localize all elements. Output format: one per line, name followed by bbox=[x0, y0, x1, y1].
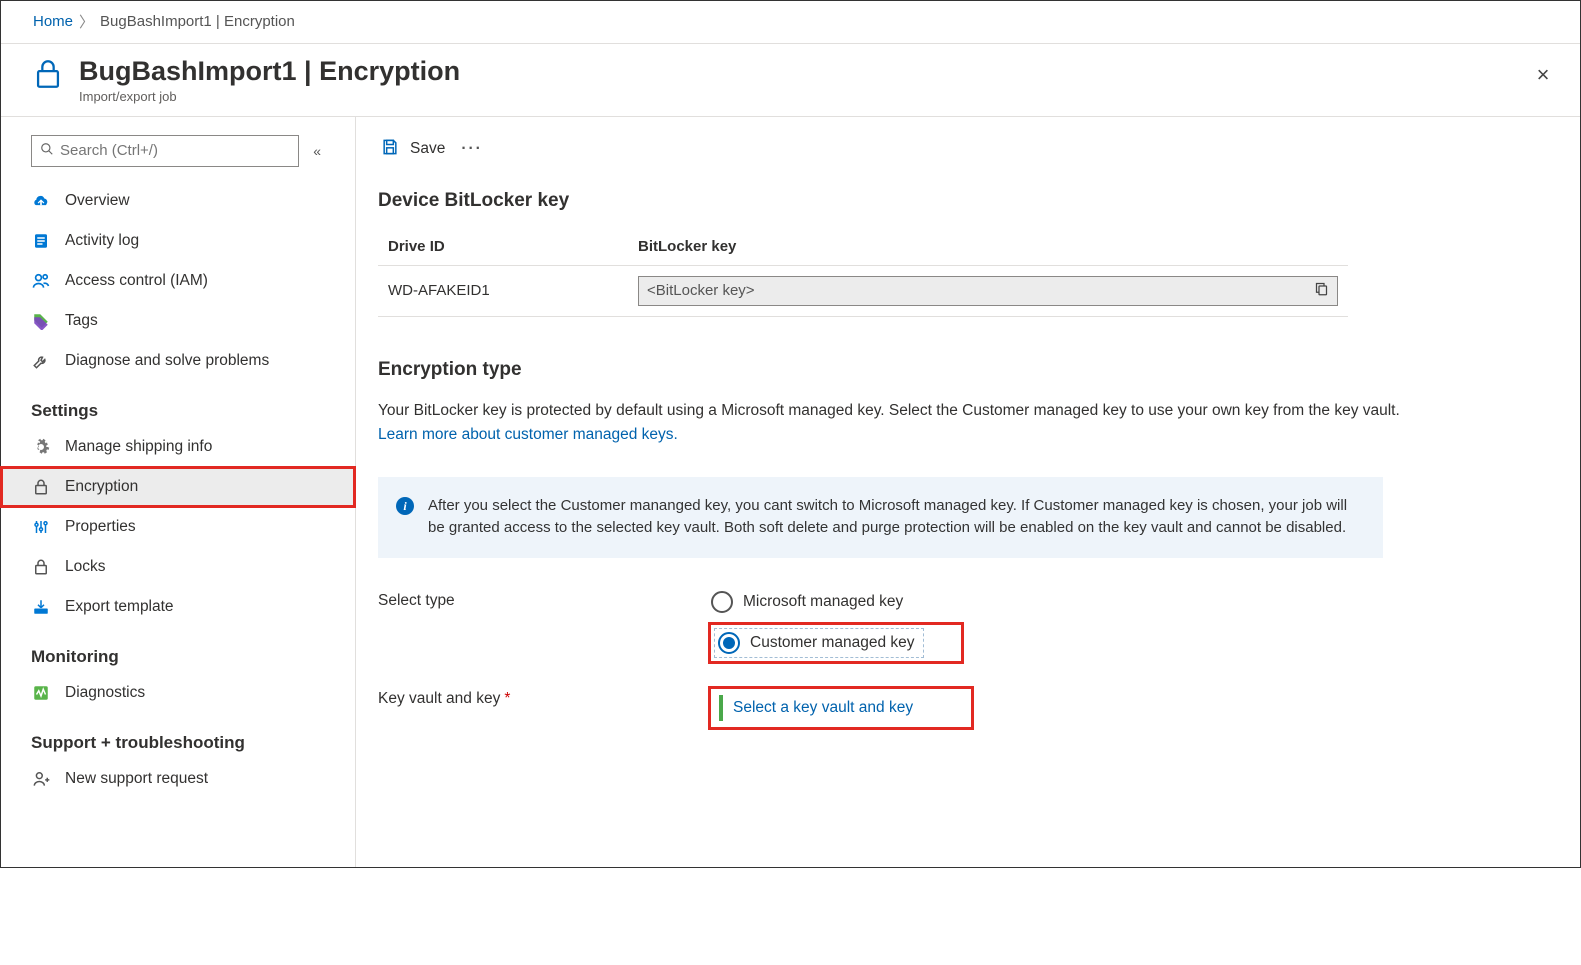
save-button[interactable]: Save bbox=[410, 140, 445, 158]
support-icon bbox=[31, 769, 51, 789]
sidebar-section-support: Support + troubleshooting bbox=[1, 713, 355, 759]
sidebar-item-label: Export template bbox=[65, 598, 174, 616]
tag-icon bbox=[31, 311, 51, 331]
save-icon bbox=[380, 137, 400, 162]
sidebar-item-label: Manage shipping info bbox=[65, 438, 212, 456]
bitlocker-table: Drive ID BitLocker key WD-AFAKEID1 <BitL… bbox=[378, 230, 1348, 317]
sidebar-item-encryption[interactable]: Encryption bbox=[1, 467, 355, 507]
gear-icon bbox=[31, 437, 51, 457]
breadcrumb: Home 〉 BugBashImport1 | Encryption bbox=[1, 1, 1580, 44]
radio-customer-managed[interactable]: Customer managed key bbox=[715, 629, 923, 657]
main-content: Save ··· Device BitLocker key Drive ID B… bbox=[356, 117, 1580, 867]
radio-microsoft-managed[interactable]: Microsoft managed key bbox=[708, 588, 964, 616]
info-icon: i bbox=[396, 497, 414, 515]
sidebar-item-diagnose[interactable]: Diagnose and solve problems bbox=[1, 341, 355, 381]
log-icon bbox=[31, 231, 51, 251]
info-text: After you select the Customer mananged k… bbox=[428, 495, 1363, 540]
lock-icon bbox=[31, 557, 51, 577]
sidebar-item-label: Activity log bbox=[65, 232, 139, 250]
sidebar-section-monitoring: Monitoring bbox=[1, 627, 355, 673]
bitlocker-heading: Device BitLocker key bbox=[378, 190, 1558, 212]
radio-label: Microsoft managed key bbox=[743, 593, 903, 611]
lock-icon bbox=[31, 477, 51, 497]
col-bitlocker-key: BitLocker key bbox=[628, 230, 1348, 266]
sidebar-item-activity-log[interactable]: Activity log bbox=[1, 221, 355, 261]
sidebar-item-tags[interactable]: Tags bbox=[1, 301, 355, 341]
search-input[interactable] bbox=[58, 141, 290, 160]
sidebar-item-diagnostics[interactable]: Diagnostics bbox=[1, 673, 355, 713]
sidebar-section-settings: Settings bbox=[1, 381, 355, 427]
page-subtitle: Import/export job bbox=[79, 89, 460, 104]
sidebar-item-locks[interactable]: Locks bbox=[1, 547, 355, 587]
chevron-right-icon: 〉 bbox=[79, 11, 94, 32]
bitlocker-key-field[interactable]: <BitLocker key> bbox=[638, 276, 1338, 306]
sidebar-item-support-request[interactable]: New support request bbox=[1, 759, 355, 799]
close-button[interactable]: × bbox=[1528, 62, 1558, 88]
people-icon bbox=[31, 271, 51, 291]
sidebar-item-iam[interactable]: Access control (IAM) bbox=[1, 261, 355, 301]
sidebar-item-label: Overview bbox=[65, 192, 130, 210]
radio-icon bbox=[718, 632, 740, 654]
sidebar-item-label: New support request bbox=[65, 770, 208, 788]
breadcrumb-current: BugBashImport1 | Encryption bbox=[100, 13, 295, 30]
export-icon bbox=[31, 597, 51, 617]
info-box: i After you select the Customer mananged… bbox=[378, 477, 1383, 558]
sidebar-item-label: Properties bbox=[65, 518, 136, 536]
sidebar-search[interactable] bbox=[31, 135, 299, 167]
lock-icon bbox=[31, 54, 65, 94]
radio-label: Customer managed key bbox=[750, 634, 915, 652]
learn-more-link[interactable]: Learn more about customer managed keys. bbox=[378, 426, 678, 443]
collapse-sidebar-button[interactable]: « bbox=[309, 139, 325, 163]
sidebar-item-label: Locks bbox=[65, 558, 106, 576]
breadcrumb-home[interactable]: Home bbox=[33, 13, 73, 30]
sidebar-item-label: Tags bbox=[65, 312, 98, 330]
bitlocker-key-value: <BitLocker key> bbox=[647, 282, 755, 299]
select-key-vault-link[interactable]: Select a key vault and key bbox=[733, 695, 913, 721]
sliders-icon bbox=[31, 517, 51, 537]
sidebar-item-label: Diagnose and solve problems bbox=[65, 352, 269, 370]
key-vault-label: Key vault and key* bbox=[378, 686, 708, 708]
search-icon bbox=[40, 142, 54, 160]
sidebar-item-shipping[interactable]: Manage shipping info bbox=[1, 427, 355, 467]
sidebar-item-overview[interactable]: Overview bbox=[1, 181, 355, 221]
drive-id-cell: WD-AFAKEID1 bbox=[378, 265, 628, 316]
encryption-description: Your BitLocker key is protected by defau… bbox=[378, 399, 1478, 447]
sidebar-item-label: Access control (IAM) bbox=[65, 272, 208, 290]
page-title: BugBashImport1 | Encryption bbox=[79, 57, 460, 87]
col-drive-id: Drive ID bbox=[378, 230, 628, 266]
cloud-upload-icon bbox=[31, 191, 51, 211]
diagnostics-icon bbox=[31, 683, 51, 703]
copy-icon[interactable] bbox=[1314, 281, 1329, 300]
sidebar-item-label: Diagnostics bbox=[65, 684, 145, 702]
radio-icon bbox=[711, 591, 733, 613]
sidebar-item-export-template[interactable]: Export template bbox=[1, 587, 355, 627]
toolbar: Save ··· bbox=[378, 131, 1558, 186]
status-bar-icon bbox=[719, 695, 723, 721]
select-type-label: Select type bbox=[378, 588, 708, 610]
sidebar: « Overview Activity log Access control (… bbox=[1, 117, 356, 867]
table-row: WD-AFAKEID1 <BitLocker key> bbox=[378, 265, 1348, 316]
sidebar-item-properties[interactable]: Properties bbox=[1, 507, 355, 547]
blade-header: BugBashImport1 | Encryption Import/expor… bbox=[1, 44, 1580, 117]
encryption-type-heading: Encryption type bbox=[378, 359, 1558, 381]
sidebar-item-label: Encryption bbox=[65, 478, 138, 496]
wrench-icon bbox=[31, 351, 51, 371]
more-button[interactable]: ··· bbox=[461, 140, 483, 158]
